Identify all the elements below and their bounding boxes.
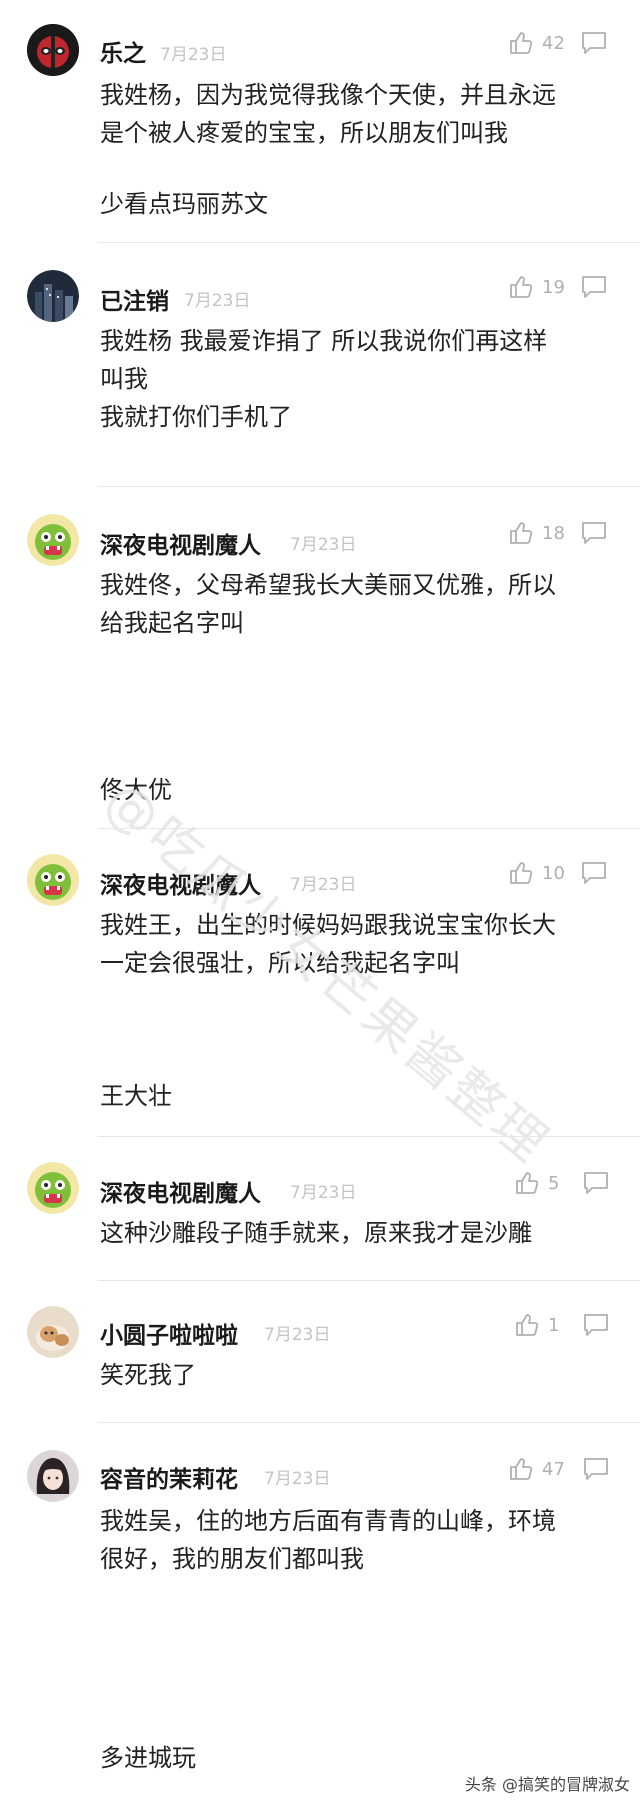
comment-bubble-icon [582, 32, 606, 54]
deadpool-avatar[interactable] [27, 24, 79, 76]
comment-bubble-icon [582, 862, 606, 884]
comment-bubble-icon [584, 1172, 608, 1194]
like-count: 18 [542, 522, 565, 544]
divider [98, 486, 640, 487]
reply-button[interactable] [582, 1170, 610, 1196]
thumbs-up-icon [508, 860, 534, 886]
thumbs-up-icon [514, 1312, 540, 1338]
thumbs-up-icon [508, 1456, 534, 1482]
comment-text: 笑死我了 [100, 1361, 196, 1389]
green-monster-avatar[interactable] [27, 1162, 79, 1214]
like-count: 10 [542, 862, 565, 884]
username[interactable]: 乐之 [100, 34, 146, 68]
comment-feed: 乐之 7月23日 42 我姓杨，因为我觉得我像个天使，并且永远 是个被人疼爱的宝… [0, 0, 640, 1803]
reply-button[interactable] [580, 30, 608, 56]
like-button[interactable]: 47 [508, 1454, 565, 1484]
reply-button[interactable] [580, 860, 608, 886]
comment-date: 7月23日 [184, 291, 251, 311]
comment-answer: 少看点玛丽苏文 [100, 190, 268, 218]
like-count: 1 [548, 1314, 560, 1336]
username[interactable]: 已注销 [100, 282, 169, 316]
comment-date: 7月23日 [160, 45, 227, 65]
like-count: 42 [542, 32, 565, 54]
footer-watermark: 头条 @搞笑的冒牌淑女 [464, 1775, 630, 1794]
like-count: 5 [548, 1172, 560, 1194]
divider [98, 1136, 640, 1137]
comment-date: 7月23日 [264, 1469, 331, 1489]
comment-date: 7月23日 [290, 1183, 357, 1203]
username[interactable]: 容音的茉莉花 [100, 1460, 238, 1494]
reply-button[interactable] [582, 1312, 610, 1338]
comment-date: 7月23日 [290, 535, 357, 555]
reply-button[interactable] [580, 520, 608, 546]
like-count: 47 [542, 1458, 565, 1480]
username[interactable]: 小圆子啦啦啦 [100, 1316, 238, 1350]
comment-date: 7月23日 [290, 875, 357, 895]
comment-bubble-icon [584, 1458, 608, 1480]
username[interactable]: 深夜电视剧魔人 [100, 1174, 261, 1208]
city-night-avatar[interactable] [27, 270, 79, 322]
divider [98, 242, 640, 243]
like-button[interactable]: 1 [514, 1310, 559, 1340]
username[interactable]: 深夜电视剧魔人 [100, 526, 261, 560]
cat-avatar[interactable] [27, 1306, 79, 1358]
comment-date: 7月23日 [264, 1325, 331, 1345]
like-button[interactable]: 19 [508, 272, 565, 302]
like-button[interactable]: 18 [508, 518, 565, 548]
comment-answer: 多进城玩 [100, 1744, 196, 1772]
comment-text: 这种沙雕段子随手就来，原来我才是沙雕 [100, 1219, 532, 1247]
thumbs-up-icon [508, 30, 534, 56]
thumbs-up-icon [508, 520, 534, 546]
green-monster-avatar[interactable] [27, 854, 79, 906]
reply-button[interactable] [580, 274, 608, 300]
reply-button[interactable] [582, 1456, 610, 1482]
comment-bubble-icon [584, 1314, 608, 1336]
thumbs-up-icon [508, 274, 534, 300]
comment-bubble-icon [582, 522, 606, 544]
comment-text: 我姓杨，因为我觉得我像个天使，并且永远 是个被人疼爱的宝宝，所以朋友们叫我 [100, 81, 556, 147]
divider [98, 1422, 640, 1423]
like-button[interactable]: 42 [508, 28, 565, 58]
like-count: 19 [542, 276, 565, 298]
green-monster-avatar[interactable] [27, 514, 79, 566]
comment-bubble-icon [582, 276, 606, 298]
girl-avatar[interactable] [27, 1450, 79, 1502]
like-button[interactable]: 10 [508, 858, 565, 888]
comment-answer: 王大壮 [100, 1082, 172, 1110]
comment-text: 我姓吴，住的地方后面有青青的山峰，环境 很好，我的朋友们都叫我 [100, 1507, 556, 1573]
divider [98, 1280, 640, 1281]
comment-text: 我姓杨 我最爱诈捐了 所以我说你们再这样 叫我 我就打你们手机了 [100, 327, 548, 431]
comment-text: 我姓佟，父母希望我长大美丽又优雅，所以 给我起名字叫 [100, 571, 556, 637]
